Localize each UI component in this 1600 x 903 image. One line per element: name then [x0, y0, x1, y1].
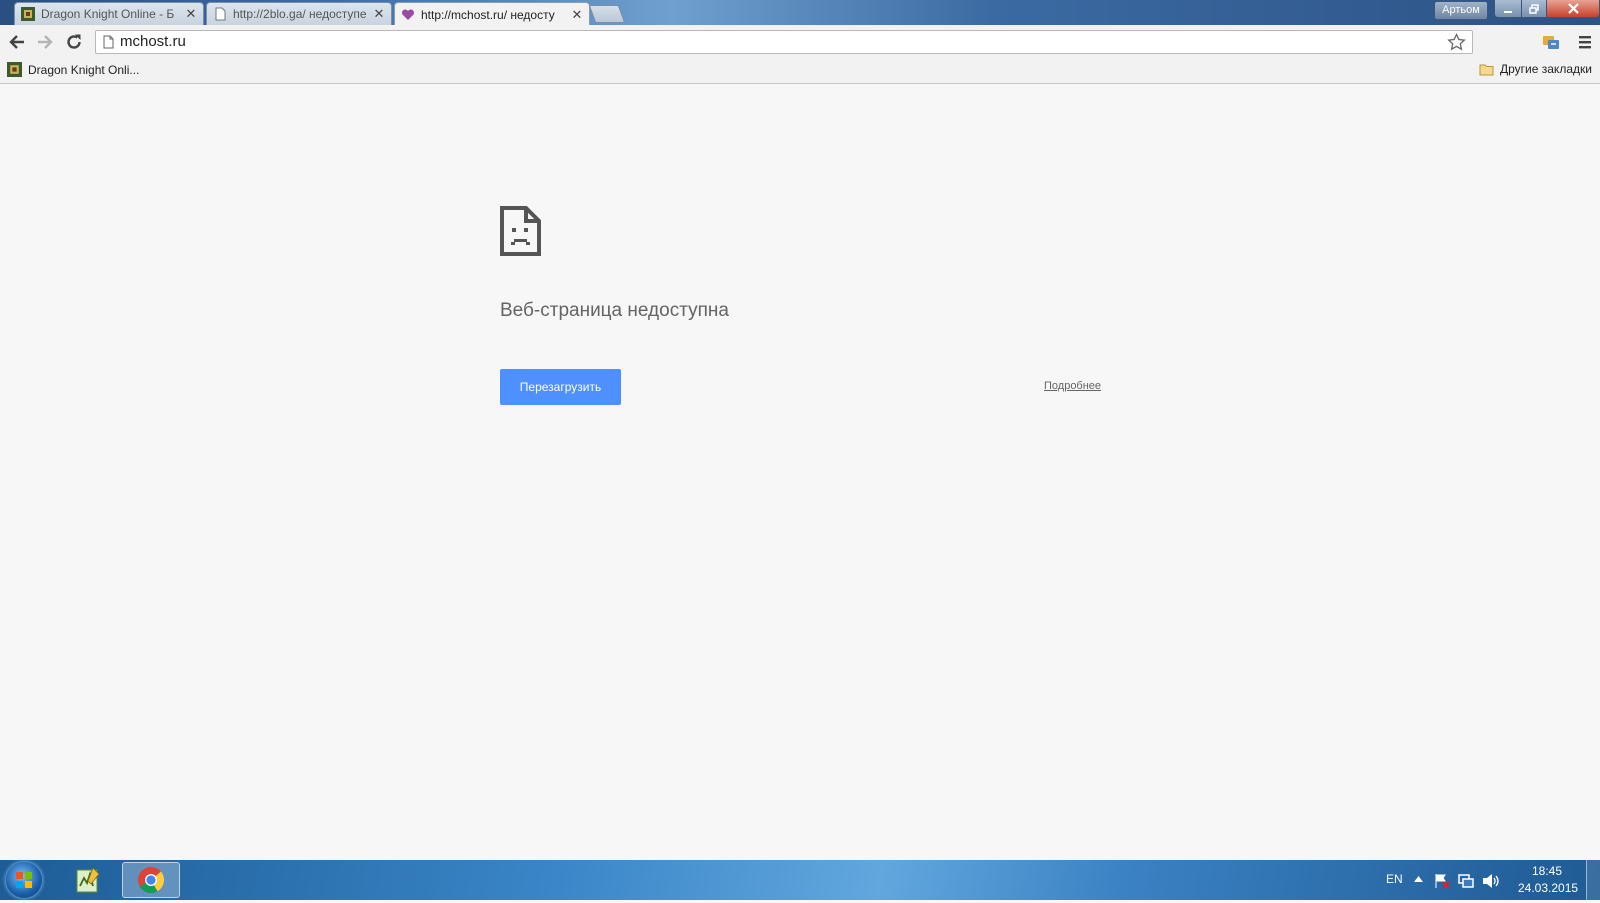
translate-extension-icon — [1543, 36, 1559, 49]
bookmark-label: Dragon Knight Onli... — [28, 62, 140, 77]
arrow-left-icon — [9, 35, 24, 49]
other-bookmarks-folder[interactable]: Другие закладки — [1479, 62, 1592, 76]
tab-title: http://2blo.ga/ недоступе — [233, 7, 367, 21]
taskbar: EN 18:45 24.03.2015 — [0, 860, 1600, 900]
details-link[interactable]: Подробнее — [1044, 380, 1101, 392]
profile-button[interactable]: Артьом — [1434, 1, 1488, 20]
chrome-icon — [138, 867, 165, 894]
language-indicator[interactable]: EN — [1386, 872, 1403, 886]
extension-button[interactable] — [1540, 31, 1562, 53]
taskbar-app-chrome[interactable] — [122, 862, 180, 898]
tab-mchost[interactable]: http://mchost.ru/ недосту ✕ — [394, 2, 590, 26]
windows-logo-icon — [16, 872, 32, 888]
show-desktop-button[interactable] — [1586, 860, 1600, 900]
tab-dragon-knight[interactable]: Dragon Knight Online - Б ✕ — [14, 2, 204, 25]
dragon-knight-favicon-icon — [21, 7, 35, 21]
new-tab-button[interactable] — [588, 5, 626, 23]
tab-close-icon[interactable]: ✕ — [373, 6, 385, 22]
minimize-icon — [1504, 10, 1512, 13]
restore-button[interactable] — [1521, 0, 1547, 18]
arrow-right-icon — [38, 35, 53, 49]
tab-title: http://mchost.ru/ недосту — [421, 7, 555, 22]
network-icon[interactable] — [1458, 873, 1474, 889]
address-text: mchost.ru — [120, 33, 186, 50]
title-bar: Dragon Knight Online - Б ✕ http://2blo.g… — [0, 0, 1600, 26]
close-window-button[interactable] — [1546, 0, 1600, 18]
tab-title: Dragon Knight Online - Б — [41, 7, 175, 21]
volume-icon[interactable] — [1482, 873, 1500, 889]
forward-button[interactable] — [34, 31, 56, 53]
heart-favicon-icon — [401, 8, 415, 20]
hamburger-menu-icon — [1579, 36, 1591, 49]
tab-close-icon[interactable]: ✕ — [185, 6, 197, 22]
tab-close-icon[interactable]: ✕ — [571, 7, 583, 23]
show-hidden-icons-icon[interactable] — [1414, 876, 1423, 882]
dragon-knight-favicon-icon — [7, 62, 22, 77]
other-bookmarks-label: Другие закладки — [1500, 62, 1592, 76]
error-title: Веб-страница недоступна — [500, 300, 729, 321]
bookmark-dragon-knight[interactable]: Dragon Knight Onli... — [7, 62, 139, 77]
page-icon — [103, 35, 114, 49]
minimize-button[interactable] — [1494, 0, 1522, 18]
address-bar[interactable]: mchost.ru — [95, 30, 1473, 54]
bookmarks-bar: Dragon Knight Onli... Другие закладки — [0, 58, 1600, 84]
close-icon — [1567, 3, 1579, 14]
reload-toolbar-button[interactable] — [63, 31, 85, 53]
taskbar-app-notepad[interactable] — [72, 862, 104, 898]
action-center-flag-icon[interactable] — [1434, 873, 1450, 889]
back-button[interactable] — [6, 31, 28, 53]
sad-page-icon — [500, 206, 541, 256]
page-icon — [215, 7, 226, 21]
page-content: Веб-страница недоступна Перезагрузить По… — [0, 84, 1600, 860]
bookmark-star-icon[interactable] — [1447, 33, 1466, 52]
notepad-app-icon — [76, 867, 100, 893]
tab-2blo[interactable]: http://2blo.ga/ недоступе ✕ — [206, 2, 392, 25]
folder-icon — [1479, 64, 1494, 75]
clock-date[interactable]: 24.03.2015 — [1518, 881, 1578, 895]
menu-button[interactable] — [1574, 31, 1596, 53]
restore-icon — [1529, 3, 1539, 14]
start-button[interactable] — [6, 862, 42, 898]
reload-icon — [67, 34, 81, 49]
browser-toolbar: mchost.ru — [0, 25, 1600, 58]
reload-button[interactable]: Перезагрузить — [500, 369, 621, 405]
clock-time[interactable]: 18:45 — [1532, 864, 1562, 878]
